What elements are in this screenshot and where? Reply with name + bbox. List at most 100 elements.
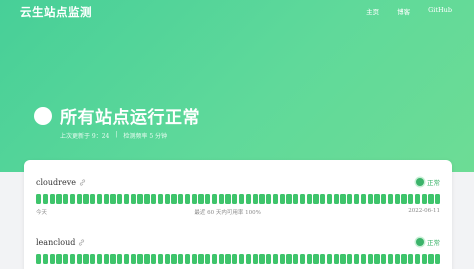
uptime-day-bar[interactable] [198,254,204,264]
uptime-day-bar[interactable] [414,194,421,204]
uptime-day-bar[interactable] [293,194,299,204]
uptime-day-bar[interactable] [259,254,265,264]
uptime-day-bar[interactable] [184,254,191,264]
uptime-day-bar[interactable] [245,254,251,264]
uptime-day-bar[interactable] [83,254,89,264]
uptime-day-bar[interactable] [83,194,89,204]
uptime-day-bar[interactable] [340,194,346,204]
uptime-day-bar[interactable] [137,254,143,264]
uptime-day-bar[interactable] [96,194,103,204]
uptime-day-bar[interactable] [238,254,245,264]
uptime-day-bar[interactable] [238,194,245,204]
uptime-day-bar[interactable] [387,194,394,204]
uptime-day-bar[interactable] [110,254,116,264]
uptime-day-bar[interactable] [130,254,136,264]
uptime-day-bar[interactable] [69,194,76,204]
uptime-day-bar[interactable] [401,194,407,204]
uptime-day-bar[interactable] [110,194,116,204]
uptime-day-bar[interactable] [245,194,251,204]
uptime-day-bar[interactable] [218,194,224,204]
uptime-day-bar[interactable] [103,254,109,264]
uptime-day-bar[interactable] [266,254,272,264]
uptime-day-bar[interactable] [211,194,218,204]
uptime-day-bar[interactable] [394,254,400,264]
uptime-day-bar[interactable] [144,254,150,264]
uptime-day-bar[interactable] [394,194,400,204]
uptime-day-bar[interactable] [347,194,353,204]
uptime-day-bar[interactable] [42,194,49,204]
uptime-day-bar[interactable] [259,194,265,204]
uptime-day-bar[interactable] [387,254,394,264]
uptime-day-bar[interactable] [56,194,62,204]
uptime-day-bar[interactable] [353,254,360,264]
uptime-day-bar[interactable] [381,194,387,204]
uptime-day-bar[interactable] [218,254,224,264]
uptime-day-bar[interactable] [69,254,76,264]
link-icon[interactable] [78,238,85,246]
uptime-day-bar[interactable] [171,194,177,204]
uptime-day-bar[interactable] [374,194,380,204]
uptime-day-bar[interactable] [225,254,231,264]
uptime-day-bar[interactable] [333,254,339,264]
uptime-day-bar[interactable] [137,194,143,204]
uptime-day-bar[interactable] [347,254,353,264]
uptime-day-bar[interactable] [272,194,279,204]
uptime-day-bar[interactable] [151,254,157,264]
uptime-day-bar[interactable] [421,194,427,204]
uptime-day-bar[interactable] [211,254,218,264]
uptime-day-bar[interactable] [353,194,360,204]
uptime-day-bar[interactable] [367,194,373,204]
uptime-day-bar[interactable] [401,254,407,264]
uptime-day-bar[interactable] [360,194,367,204]
uptime-day-bar[interactable] [421,254,427,264]
uptime-day-bar[interactable] [49,254,55,264]
uptime-day-bar[interactable] [151,194,157,204]
uptime-day-bar[interactable] [306,254,312,264]
uptime-day-bar[interactable] [191,194,197,204]
uptime-day-bar[interactable] [56,254,62,264]
uptime-day-bar[interactable] [299,194,306,204]
uptime-day-bar[interactable] [408,194,414,204]
uptime-day-bar[interactable] [63,194,69,204]
uptime-day-bar[interactable] [49,194,55,204]
uptime-day-bar[interactable] [123,254,130,264]
uptime-day-bar[interactable] [157,194,164,204]
uptime-day-bar[interactable] [123,194,130,204]
uptime-day-bar[interactable] [164,194,170,204]
uptime-day-bar[interactable] [435,254,441,264]
uptime-day-bar[interactable] [184,194,191,204]
uptime-day-bar[interactable] [178,194,184,204]
uptime-day-bar[interactable] [326,254,333,264]
nav-blog[interactable]: 博客 [397,6,410,16]
nav-home[interactable]: 主页 [366,6,379,16]
uptime-day-bar[interactable] [313,194,319,204]
uptime-day-bar[interactable] [36,254,42,264]
uptime-day-bar[interactable] [340,254,346,264]
uptime-day-bar[interactable] [198,194,204,204]
uptime-day-bar[interactable] [293,254,299,264]
uptime-day-bar[interactable] [279,194,285,204]
uptime-day-bar[interactable] [225,194,231,204]
nav-github[interactable]: GitHub [428,6,452,16]
uptime-day-bar[interactable] [279,254,285,264]
uptime-day-bar[interactable] [164,254,170,264]
uptime-day-bar[interactable] [360,254,367,264]
uptime-day-bar[interactable] [367,254,373,264]
uptime-day-bar[interactable] [171,254,177,264]
uptime-day-bar[interactable] [191,254,197,264]
uptime-day-bar[interactable] [90,194,96,204]
uptime-day-bar[interactable] [374,254,380,264]
uptime-day-bar[interactable] [266,194,272,204]
uptime-day-bar[interactable] [299,254,306,264]
uptime-day-bar[interactable] [306,194,312,204]
link-icon[interactable] [79,178,86,186]
uptime-day-bar[interactable] [90,254,96,264]
uptime-day-bar[interactable] [63,254,69,264]
uptime-day-bar[interactable] [205,254,211,264]
uptime-day-bar[interactable] [286,254,292,264]
uptime-day-bar[interactable] [157,254,164,264]
uptime-day-bar[interactable] [408,254,414,264]
uptime-day-bar[interactable] [313,254,319,264]
uptime-day-bar[interactable] [42,254,49,264]
uptime-day-bar[interactable] [428,254,434,264]
